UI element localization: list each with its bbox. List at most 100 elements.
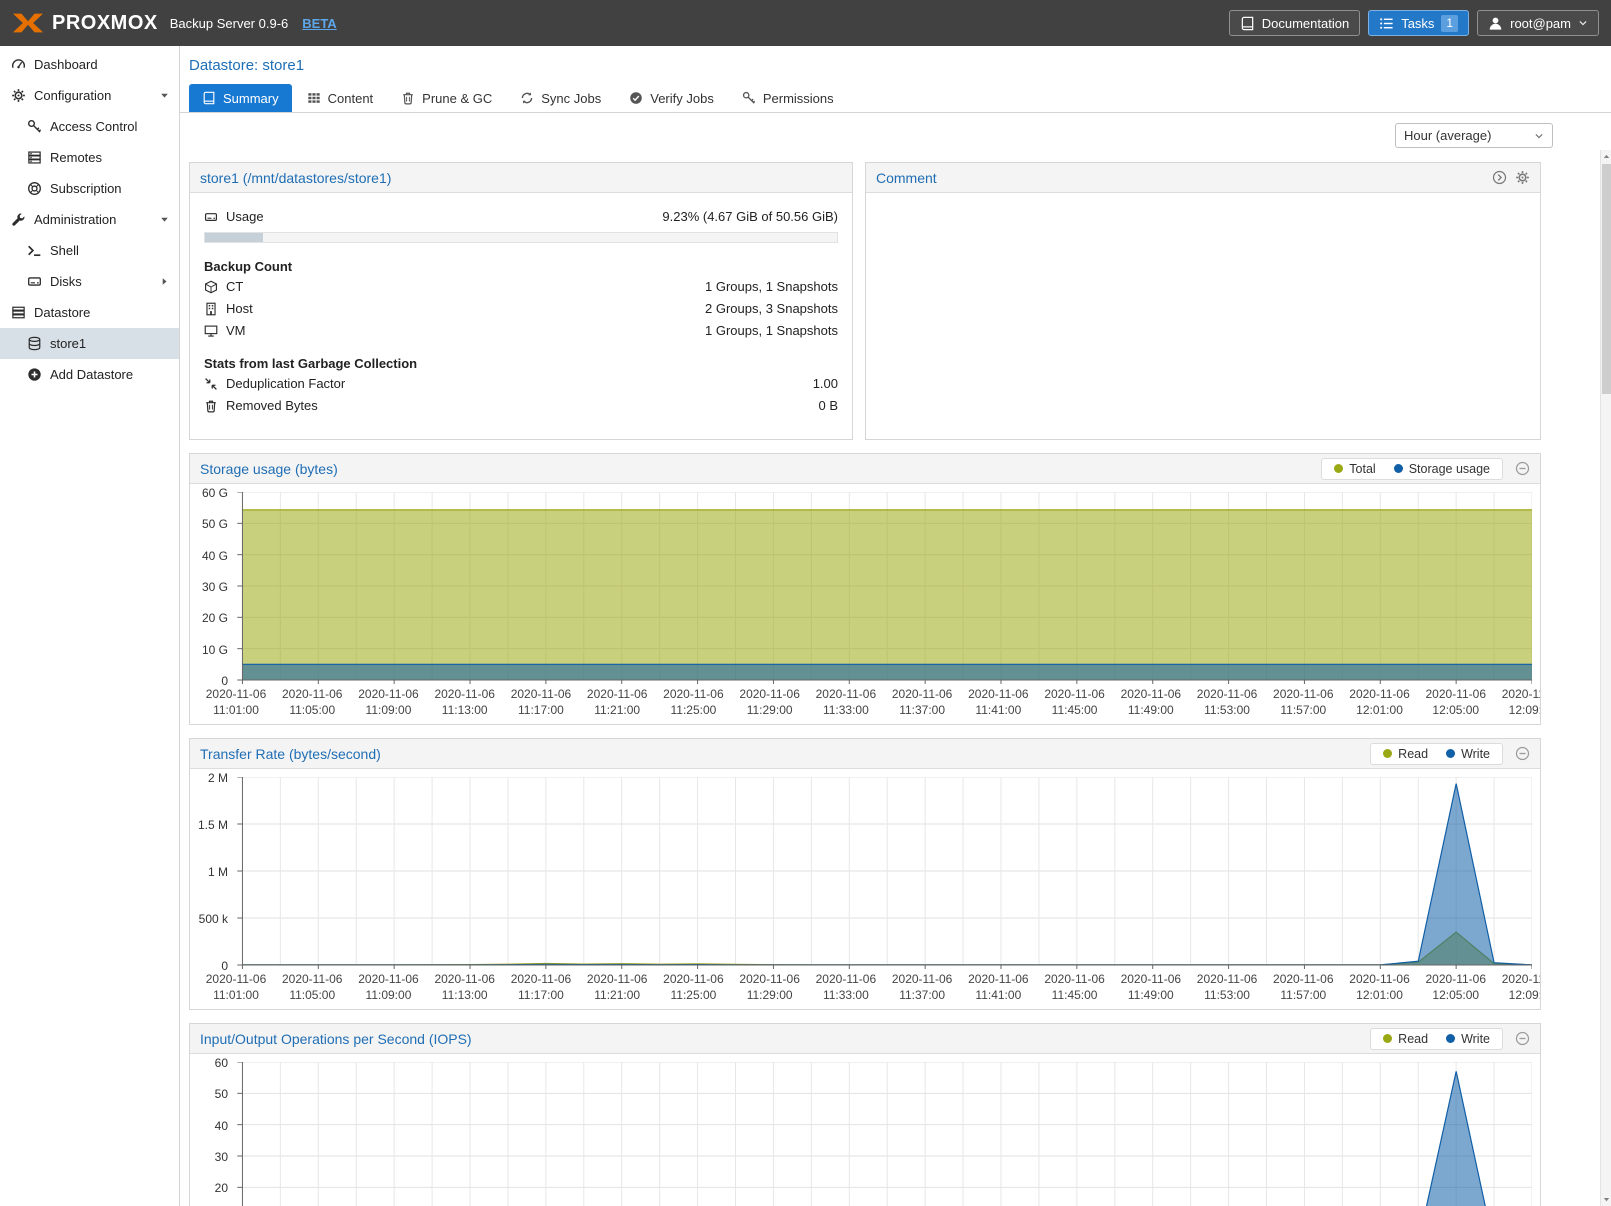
sidebar-item-store1[interactable]: store1 <box>0 328 179 359</box>
x-axis-label: 2020-11-0611:41:00 <box>968 687 1029 718</box>
tab-bar: Summary Content Prune & GC Sync Jobs Ver… <box>189 84 1611 112</box>
comment-body <box>866 193 1540 439</box>
legend-item-write[interactable]: Write <box>1446 1032 1490 1046</box>
tab-content[interactable]: Content <box>294 84 387 112</box>
x-axis-label: 2020-11-0612:09:00 <box>1502 687 1541 718</box>
sidebar-item-label: Datastore <box>34 305 90 320</box>
hdd-icon <box>204 210 218 224</box>
tab-permissions[interactable]: Permissions <box>729 84 847 112</box>
x-axis-label: 2020-11-0611:21:00 <box>587 687 648 718</box>
legend-item-read[interactable]: Read <box>1383 747 1428 761</box>
sidebar-item-configuration[interactable]: Configuration <box>0 80 179 111</box>
usage-row: Usage 9.23% (4.67 GiB of 50.56 GiB) <box>204 207 838 226</box>
chart-legend: Total Storage usage <box>1321 458 1503 480</box>
y-axis-label: 40 <box>215 1119 228 1133</box>
book-icon <box>1240 16 1255 31</box>
cube-icon <box>204 280 218 294</box>
tab-prune-gc[interactable]: Prune & GC <box>388 84 505 112</box>
gc-stats-heading: Stats from last Garbage Collection <box>204 356 838 371</box>
legend-item-read[interactable]: Read <box>1383 1032 1428 1046</box>
documentation-button[interactable]: Documentation <box>1229 10 1360 36</box>
y-axis-label: 10 G <box>202 643 228 657</box>
minus-circle-icon[interactable] <box>1515 1031 1530 1046</box>
datastore-summary-panel: store1 (/mnt/datastores/store1) Usage 9.… <box>189 162 853 440</box>
sidebar-item-label: Add Datastore <box>50 367 133 382</box>
caret-down-icon[interactable] <box>159 90 170 101</box>
gear-icon[interactable] <box>1515 170 1530 185</box>
circle-chevron-icon[interactable] <box>1492 170 1507 185</box>
y-axis: 010 G20 G30 G40 G50 G60 G <box>194 492 236 680</box>
sidebar-item-remotes[interactable]: Remotes <box>0 142 179 173</box>
x-axis-label: 2020-11-0611:01:00 <box>206 972 267 1003</box>
comment-panel: Comment <box>865 162 1541 440</box>
user-menu-button[interactable]: root@pam <box>1477 10 1599 36</box>
check-circle-icon <box>629 91 643 105</box>
minus-circle-icon[interactable] <box>1515 746 1530 761</box>
sidebar-item-label: store1 <box>50 336 86 351</box>
chevron-down-icon <box>1534 131 1544 141</box>
sidebar-item-subscription[interactable]: Subscription <box>0 173 179 204</box>
user-icon <box>1488 16 1503 31</box>
y-axis-label: 30 G <box>202 580 228 594</box>
y-axis-label: 30 <box>215 1150 228 1164</box>
usage-progress-fill <box>205 233 263 242</box>
top-header: PROXMOX Backup Server 0.9-6 BETA Documen… <box>0 0 1611 46</box>
sidebar-item-shell[interactable]: Shell <box>0 235 179 266</box>
x-axis-label: 2020-11-0611:09:00 <box>358 687 419 718</box>
tab-label: Summary <box>223 91 279 106</box>
x-axis-label: 2020-11-0611:37:00 <box>892 972 953 1003</box>
header-actions: Documentation Tasks 1 root@pam <box>1229 10 1599 36</box>
sidebar-item-label: Access Control <box>50 119 137 134</box>
y-axis-label: 0 <box>221 959 228 973</box>
time-range-select[interactable]: Hour (average) <box>1395 123 1553 148</box>
summary-panel-title: store1 (/mnt/datastores/store1) <box>200 170 391 186</box>
tasks-label: Tasks <box>1401 16 1434 31</box>
tab-label: Content <box>328 91 374 106</box>
caret-up-icon <box>1602 152 1611 161</box>
x-axis-label: 2020-11-0611:57:00 <box>1273 687 1334 718</box>
legend-dot <box>1446 749 1455 758</box>
scroll-up-button[interactable] <box>1601 150 1611 163</box>
gc-row-removed-bytes: Removed Bytes 0 B <box>204 396 838 415</box>
minus-circle-icon[interactable] <box>1515 461 1530 476</box>
chart-plot <box>236 492 1532 684</box>
legend-label: Read <box>1398 1032 1428 1046</box>
y-axis-label: 500 k <box>199 912 228 926</box>
y-axis-label: 50 G <box>202 517 228 531</box>
server-icon <box>27 150 42 165</box>
beta-link[interactable]: BETA <box>302 16 336 31</box>
tasks-button[interactable]: Tasks 1 <box>1368 10 1469 36</box>
vertical-scrollbar[interactable] <box>1600 150 1611 1206</box>
tab-sync-jobs[interactable]: Sync Jobs <box>507 84 614 112</box>
sidebar-item-add-datastore[interactable]: Add Datastore <box>0 359 179 390</box>
row-label: CT <box>226 279 243 294</box>
sidebar-item-datastore[interactable]: Datastore <box>0 297 179 328</box>
sidebar-item-dashboard[interactable]: Dashboard <box>0 49 179 80</box>
chart-canvas <box>236 492 1532 684</box>
usage-progress-bar <box>204 232 838 243</box>
caret-right-icon[interactable] <box>159 276 170 287</box>
y-axis-label: 1.5 M <box>198 818 228 832</box>
legend-dot <box>1383 749 1392 758</box>
x-axis-label: 2020-11-0611:13:00 <box>434 972 495 1003</box>
documentation-label: Documentation <box>1262 16 1349 31</box>
sidebar-item-label: Shell <box>50 243 79 258</box>
task-list-icon <box>1379 16 1394 31</box>
sidebar-item-disks[interactable]: Disks <box>0 266 179 297</box>
brand-name: PROXMOX <box>52 12 158 35</box>
caret-down-icon[interactable] <box>159 214 170 225</box>
lifebuoy-icon <box>27 181 42 196</box>
sidebar-item-administration[interactable]: Administration <box>0 204 179 235</box>
sidebar-item-access-control[interactable]: Access Control <box>0 111 179 142</box>
scroll-down-button[interactable] <box>1601 1193 1611 1206</box>
legend-item-write[interactable]: Write <box>1446 747 1490 761</box>
scroll-thumb[interactable] <box>1602 164 1611 394</box>
tab-verify-jobs[interactable]: Verify Jobs <box>616 84 727 112</box>
legend-item-total[interactable]: Total <box>1334 462 1375 476</box>
chevron-down-icon <box>1578 18 1588 28</box>
comment-panel-title: Comment <box>876 170 937 186</box>
user-label: root@pam <box>1510 16 1571 31</box>
legend-item-storage-usage[interactable]: Storage usage <box>1394 462 1490 476</box>
tab-summary[interactable]: Summary <box>189 84 292 112</box>
sidebar: Dashboard Configuration Access Control R… <box>0 46 180 1206</box>
